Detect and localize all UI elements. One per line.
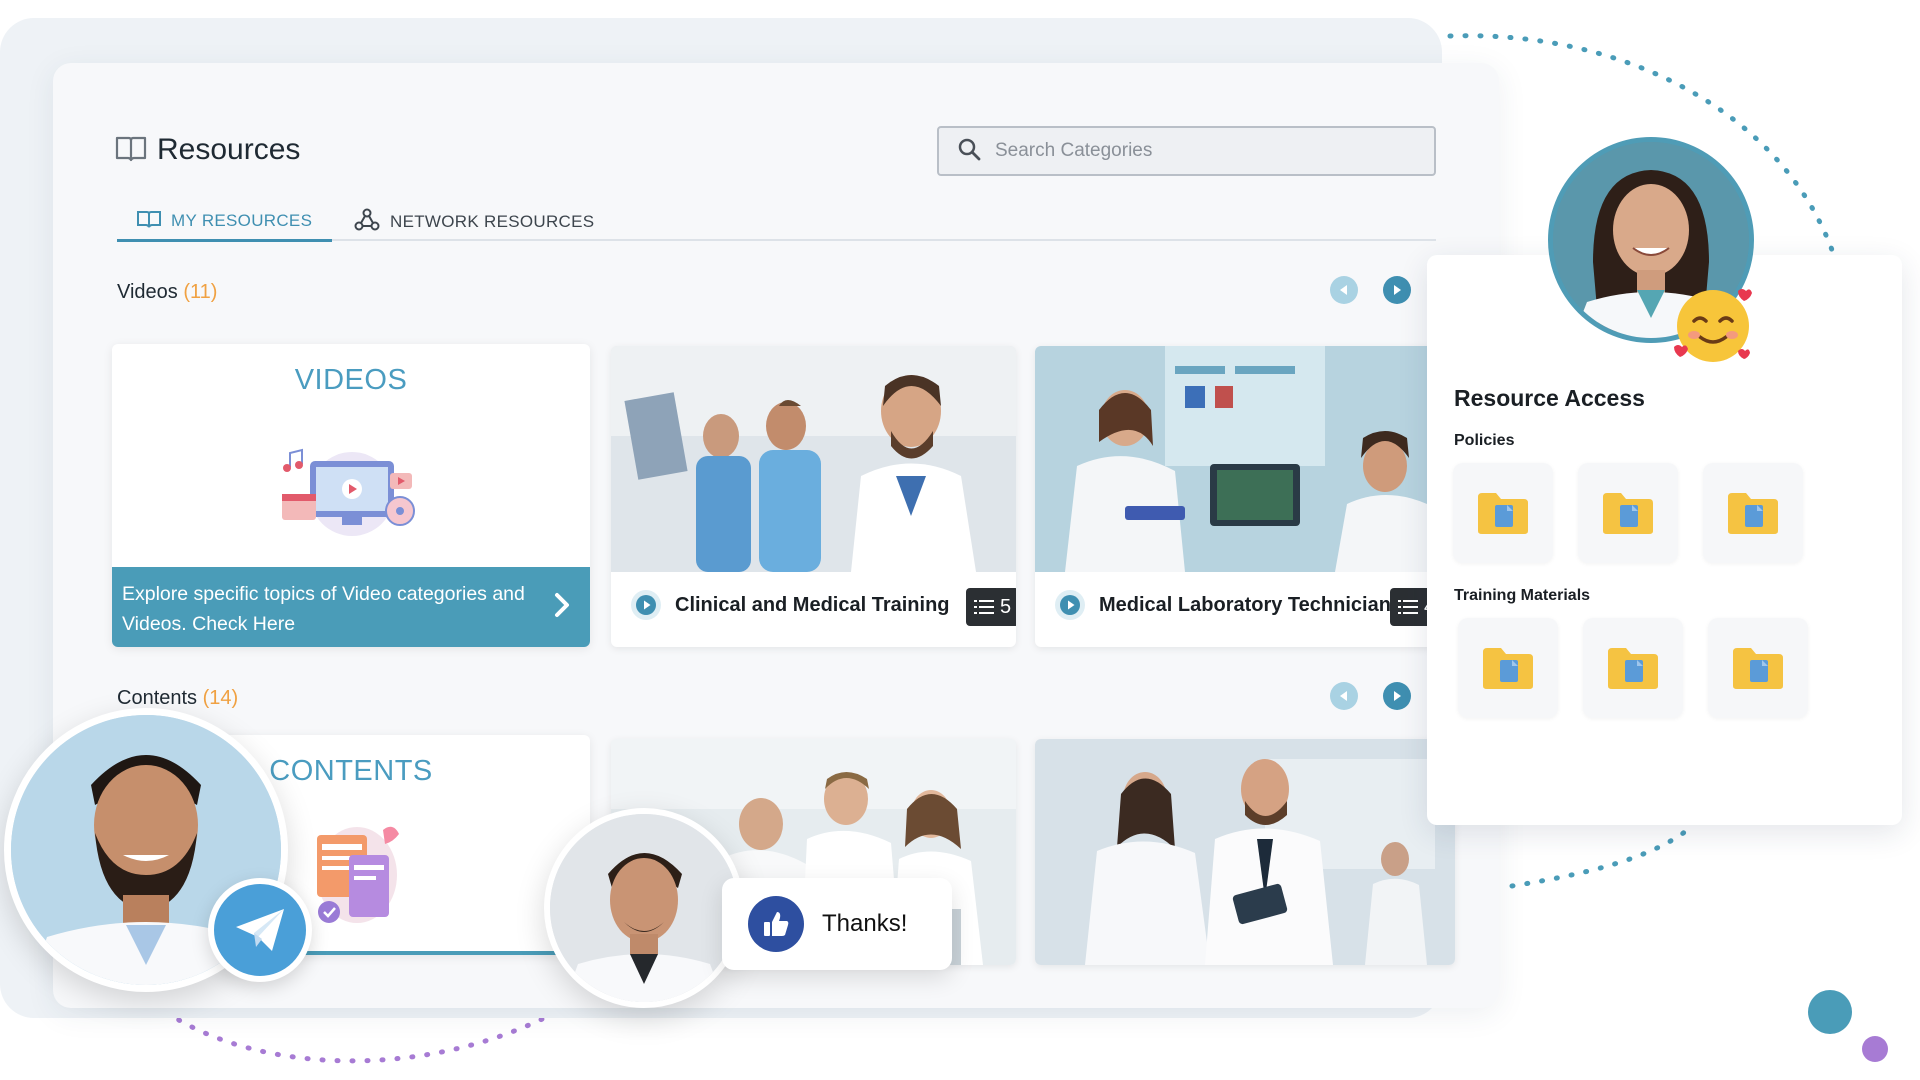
videos-promo-card: VIDEOS Explore specific topics of Video … [112,344,590,647]
policy-folder-tile[interactable] [1578,463,1678,563]
tab-label: NETWORK RESOURCES [390,212,595,231]
arrow-left-icon [1340,691,1347,701]
smile-emoji-icon [1674,289,1752,362]
section-count: (14) [202,687,239,709]
contents-section-title: Contents (14) [117,687,238,710]
page-title: Resources [157,133,301,166]
card-title: Clinical and Medical Training [675,593,950,616]
decorative-dot-teal [1808,990,1852,1034]
clinical-training-photo [611,346,1016,572]
folder-icon [1483,648,1533,689]
section-count: (11) [183,281,218,303]
contents-next-button[interactable] [1383,682,1411,710]
card-caption: Clinical and Medical Training [631,590,950,620]
lab-consult-photo [1035,739,1455,965]
tab-network-resources[interactable]: NETWORK RESOURCES [334,203,614,241]
playlist-count-badge: 5 [966,588,1016,626]
chevron-right-icon [555,593,569,617]
page-header: Resources [115,133,300,167]
videos-section-title: Videos (11) [117,281,217,304]
arrow-left-icon [1340,285,1347,295]
network-icon [354,208,380,237]
section-label: Videos [117,281,178,303]
search-input[interactable] [995,140,1395,162]
policy-folder-tile[interactable] [1703,463,1803,563]
chat-text: Thanks! [822,910,908,937]
training-folder-tile[interactable] [1583,618,1683,718]
folder-icon [1603,493,1653,534]
folder-icon [1728,493,1778,534]
folder-icon [1478,493,1528,534]
send-message-button[interactable] [208,878,312,982]
folder-icon [1608,648,1658,689]
videos-prev-button[interactable] [1330,276,1358,304]
card-title: Medical Laboratory Technician [1099,593,1391,616]
search-box[interactable] [937,126,1436,176]
thumbs-up-icon [748,896,804,952]
video-card-lab-technician[interactable]: Medical Laboratory Technician 4 [1035,346,1436,647]
tab-label: MY RESOURCES [171,211,313,230]
book-open-icon [115,134,147,167]
arrow-right-icon [1394,691,1401,701]
send-icon [236,909,284,951]
decorative-dot-purple [1862,1036,1888,1062]
training-folder-tile[interactable] [1458,618,1558,718]
video-card-clinical[interactable]: Clinical and Medical Training 5 [611,346,1016,647]
policy-folder-tile[interactable] [1453,463,1553,563]
videos-promo-link[interactable]: Explore specific topics of Video categor… [112,567,590,647]
promo-title: VIDEOS [294,364,408,396]
card-caption: Medical Laboratory Technician [1055,590,1391,620]
list-icon [974,600,994,614]
promo-banner-text: Explore specific topics of Video categor… [122,583,525,635]
tab-bar: MY RESOURCES NETWORK RESOURCES [117,203,1436,242]
badge-count: 5 [1000,595,1012,618]
video-illustration [282,448,415,536]
panel-title: Resource Access [1454,385,1645,411]
videos-next-button[interactable] [1383,276,1411,304]
section-label: Contents [117,687,198,709]
play-icon [631,590,661,620]
tab-my-resources[interactable]: MY RESOURCES [117,203,333,242]
group-label-training-materials: Training Materials [1454,587,1591,604]
search-icon [957,137,981,166]
book-open-icon [137,209,161,234]
folder-icon [1733,648,1783,689]
play-icon [1055,590,1085,620]
thanks-chat-bubble: Thanks! [722,878,952,970]
lab-technician-photo [1035,346,1436,572]
doctor-avatar-young [544,808,744,1008]
group-label-policies: Policies [1454,432,1515,449]
list-icon [1398,600,1418,614]
contents-illustration [317,826,399,923]
contents-prev-button[interactable] [1330,682,1358,710]
stage: Resources MY RESOURCES NETWORK RESOURCES [0,0,1920,1080]
arrow-right-icon [1394,285,1401,295]
training-folder-tile[interactable] [1708,618,1808,718]
content-card-lab-consult[interactable] [1035,739,1455,965]
